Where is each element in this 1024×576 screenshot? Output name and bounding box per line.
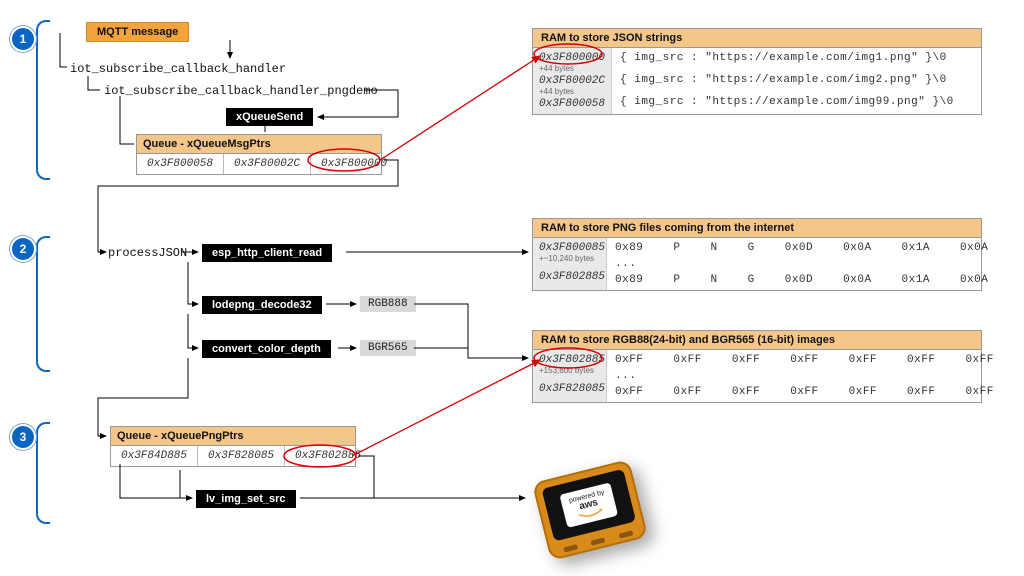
ram-json-offset: +44 bytes	[539, 64, 605, 73]
queue-png-title: Queue - xQueuePngPtrs	[111, 427, 355, 446]
ram-png-row: 0x89PNG0x0D0x0A0x1A0x0A	[615, 274, 988, 286]
section-badge-1: 1	[12, 28, 34, 50]
ram-png-box: RAM to store PNG files coming from the i…	[532, 218, 982, 291]
lv-img-set-src-fn: lv_img_set_src	[196, 490, 296, 508]
bgr565-tag: BGR565	[360, 340, 416, 356]
ram-rgb-addr: 0x3F828085	[539, 383, 600, 395]
queue-msg-ptrs: Queue - xQueueMsgPtrs 0x3F800058 0x3F800…	[136, 134, 382, 175]
lodepng-decode32-fn: lodepng_decode32	[202, 296, 322, 314]
ram-rgb-addr: 0x3F802885	[539, 354, 600, 366]
xqueuesend-fn: xQueueSend	[226, 108, 313, 126]
ram-json-row: { img_src : "https://example.com/img2.pn…	[620, 74, 954, 86]
ram-rgb-box: RAM to store RGB88(24-bit) and BGR565 (1…	[532, 330, 982, 403]
queue-msg-title: Queue - xQueueMsgPtrs	[137, 135, 381, 154]
ram-json-addr: 0x3F800058	[539, 98, 605, 110]
ram-png-addr: 0x3F800085	[539, 242, 600, 254]
ram-rgb-offset: +153,600 bytes	[539, 366, 600, 375]
queue-png-cell: 0x3F802885	[285, 446, 371, 466]
ram-png-offset: +~10,240 bytes	[539, 254, 600, 263]
queue-msg-cell: 0x3F800000	[311, 154, 397, 174]
processjson-fn: processJSON	[108, 246, 187, 260]
esp-http-client-read-fn: esp_http_client_read	[202, 244, 332, 262]
ram-json-row: { img_src : "https://example.com/img1.pn…	[620, 52, 954, 64]
queue-png-cell: 0x3F84D885	[111, 446, 198, 466]
section-badge-3: 3	[12, 426, 34, 448]
ram-json-addr: 0x3F800000	[539, 52, 605, 64]
ram-json-title: RAM to store JSON strings	[533, 29, 981, 48]
ram-json-addr: 0x3F80002C	[539, 75, 605, 87]
queue-png-cell: 0x3F828085	[198, 446, 285, 466]
section-badge-2: 2	[12, 238, 34, 260]
callback-handler-pngdemo: iot_subscribe_callback_handler_pngdemo	[104, 84, 378, 98]
ram-rgb-row: 0xFF0xFF0xFF0xFF0xFF0xFF0xFF0xFF	[615, 354, 1024, 366]
callback-handler: iot_subscribe_callback_handler	[70, 62, 286, 76]
ram-png-addr: 0x3F802885	[539, 271, 600, 283]
queue-png-ptrs: Queue - xQueuePngPtrs 0x3F84D885 0x3F828…	[110, 426, 356, 467]
mqtt-message-tag: MQTT message	[86, 22, 189, 42]
ram-rgb-title: RAM to store RGB88(24-bit) and BGR565 (1…	[533, 331, 981, 350]
rgb888-tag: RGB888	[360, 296, 416, 312]
ram-json-row: { img_src : "https://example.com/img99.p…	[620, 96, 954, 108]
ram-ellipsis: ...	[615, 370, 1024, 382]
ram-ellipsis: ...	[615, 258, 988, 270]
section-2-bracket	[36, 236, 50, 372]
aws-device-icon: powered by aws	[540, 470, 640, 550]
ram-png-title: RAM to store PNG files coming from the i…	[533, 219, 981, 238]
section-3-bracket	[36, 422, 50, 524]
ram-rgb-row: 0xFF0xFF0xFF0xFF0xFF0xFF0xFF0xFF	[615, 386, 1024, 398]
queue-msg-cell: 0x3F800058	[137, 154, 224, 174]
section-1-bracket	[36, 20, 50, 180]
ram-json-box: RAM to store JSON strings 0x3F800000 +44…	[532, 28, 982, 115]
queue-msg-cell: 0x3F80002C	[224, 154, 311, 174]
ram-json-offset: +44 bytes	[539, 87, 605, 96]
convert-color-depth-fn: convert_color_depth	[202, 340, 331, 358]
ram-png-row: 0x89PNG0x0D0x0A0x1A0x0A	[615, 242, 988, 254]
